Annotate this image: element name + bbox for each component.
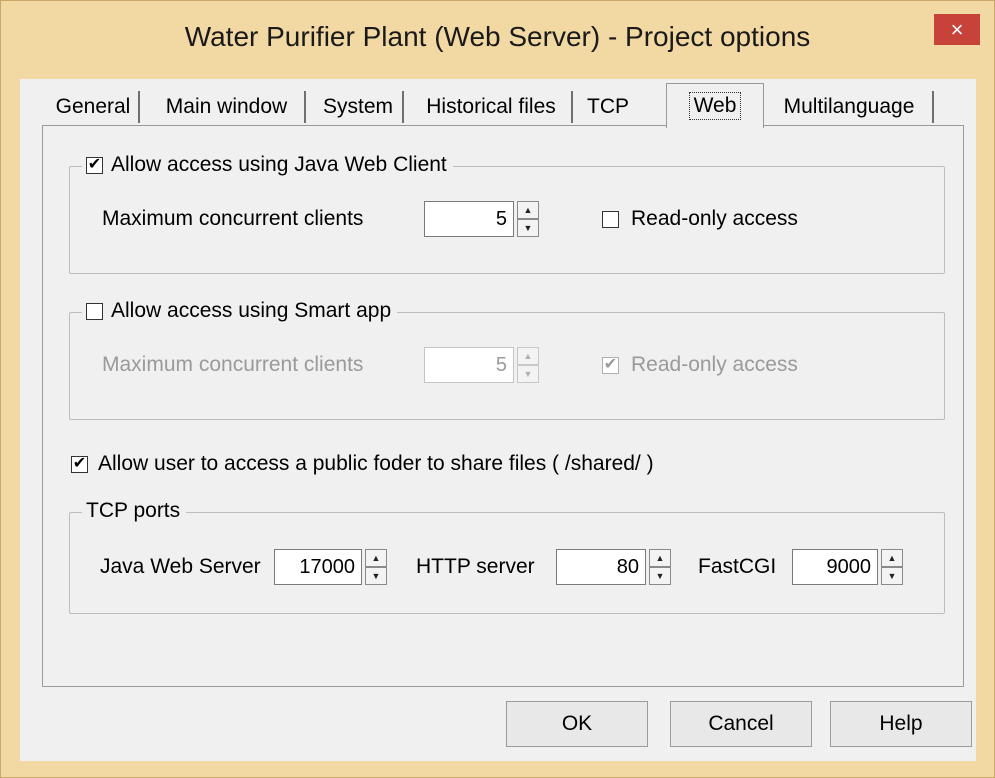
checkmark-icon: ✔	[72, 455, 87, 472]
spin-down-icon: ▼	[655, 571, 665, 581]
fastcgi-port-input[interactable]	[792, 549, 878, 585]
smart-read-only-toggle: ✔ Read-only access	[602, 353, 798, 377]
spin-up-icon: ▲	[655, 553, 665, 563]
spin-down-icon: ▼	[523, 369, 533, 379]
java-web-client-label: Allow access using Java Web Client	[111, 153, 447, 176]
java-max-clients-stepper: ▲ ▼	[424, 201, 539, 237]
tab-tcp[interactable]: TCP	[580, 89, 636, 125]
close-button[interactable]: ×	[934, 14, 980, 45]
tab-label: Historical files	[426, 95, 556, 118]
spin-up-icon: ▲	[523, 205, 533, 215]
tab-bar: General Main window System Historical fi…	[20, 79, 976, 129]
public-folder-label: Allow user to access a public foder to s…	[98, 452, 654, 475]
spin-down-button[interactable]: ▼	[365, 567, 387, 585]
smart-app-label: Allow access using Smart app	[111, 299, 392, 322]
spin-down-icon: ▼	[523, 223, 533, 233]
smart-read-only-label: Read-only access	[631, 353, 798, 376]
smart-max-clients-input	[424, 347, 514, 383]
fastcgi-port-stepper: ▲ ▼	[792, 549, 903, 585]
java-web-server-label: Java Web Server	[100, 555, 261, 578]
spin-down-button: ▼	[517, 365, 539, 383]
tab-separator	[932, 91, 934, 123]
tab-label: General	[55, 95, 131, 118]
spin-down-button[interactable]: ▼	[649, 567, 671, 585]
spin-up-button[interactable]: ▲	[649, 549, 671, 567]
spin-up-button[interactable]: ▲	[881, 549, 903, 567]
java-web-client-checkbox[interactable]: ✔	[86, 156, 103, 174]
tab-separator	[402, 91, 404, 123]
tab-label: Main window	[165, 95, 288, 118]
tab-separator	[138, 91, 140, 123]
smart-max-clients-label: Maximum concurrent clients	[102, 353, 364, 376]
spin-up-button[interactable]: ▲	[365, 549, 387, 567]
tab-main-window[interactable]: Main window	[151, 89, 306, 125]
tab-multilanguage[interactable]: Multilanguage	[768, 89, 934, 125]
tab-general[interactable]: General	[50, 89, 140, 125]
tab-label: TCP	[587, 95, 629, 118]
dialog-client-area: General Main window System Historical fi…	[20, 79, 976, 761]
checkmark-icon: ✔	[87, 156, 102, 173]
tab-label: System	[322, 95, 393, 118]
spin-down-button[interactable]: ▼	[517, 219, 539, 237]
java-web-server-port-input[interactable]	[274, 549, 362, 585]
fastcgi-label: FastCGI	[698, 555, 777, 578]
spin-up-button[interactable]: ▲	[517, 201, 539, 219]
java-max-clients-label: Maximum concurrent clients	[102, 207, 364, 230]
help-button[interactable]: Help	[830, 701, 972, 747]
java-web-client-group: ✔ Allow access using Java Web Client Max…	[69, 153, 945, 274]
spin-down-button[interactable]: ▼	[881, 567, 903, 585]
java-read-only-label: Read-only access	[631, 207, 798, 230]
window-title: Water Purifier Plant (Web Server) - Proj…	[184, 21, 811, 52]
spin-up-icon: ▲	[371, 553, 381, 563]
http-server-port-input[interactable]	[556, 549, 646, 585]
smart-app-checkbox[interactable]	[86, 302, 103, 320]
tab-label: Web	[688, 92, 742, 120]
tab-historical-files[interactable]: Historical files	[413, 89, 573, 125]
tab-label: Multilanguage	[783, 95, 915, 118]
smart-app-group: Allow access using Smart app Maximum con…	[69, 299, 945, 420]
smart-app-toggle[interactable]: Allow access using Smart app	[82, 299, 398, 323]
http-server-port-stepper: ▲ ▼	[556, 549, 671, 585]
public-folder-toggle[interactable]: ✔ Allow user to access a public foder to…	[71, 452, 654, 476]
java-web-server-port-stepper: ▲ ▼	[274, 549, 387, 585]
spin-up-icon: ▲	[887, 553, 897, 563]
java-max-clients-input[interactable]	[424, 201, 514, 237]
smart-max-clients-stepper: ▲ ▼	[424, 347, 539, 383]
spin-up-icon: ▲	[523, 351, 533, 361]
smart-read-only-checkbox: ✔	[602, 356, 619, 374]
cancel-button[interactable]: Cancel	[670, 701, 812, 747]
tcp-ports-group: TCP ports Java Web Server ▲ ▼ HTTP serve…	[69, 499, 945, 614]
tab-web[interactable]: Web	[666, 83, 764, 128]
tab-separator	[304, 91, 306, 123]
java-web-client-toggle[interactable]: ✔ Allow access using Java Web Client	[82, 153, 453, 177]
close-icon: ×	[950, 16, 964, 42]
checkmark-icon: ✔	[603, 356, 618, 373]
web-tab-panel: ✔ Allow access using Java Web Client Max…	[42, 125, 964, 687]
ok-button[interactable]: OK	[506, 701, 648, 747]
java-read-only-toggle[interactable]: Read-only access	[602, 207, 798, 231]
tcp-ports-title: TCP ports	[82, 499, 187, 523]
public-folder-checkbox[interactable]: ✔	[71, 455, 88, 473]
spin-down-icon: ▼	[371, 571, 381, 581]
dialog-window: Water Purifier Plant (Web Server) - Proj…	[0, 0, 995, 778]
title-bar[interactable]: Water Purifier Plant (Web Server) - Proj…	[1, 1, 994, 79]
spin-up-button: ▲	[517, 347, 539, 365]
tab-system[interactable]: System	[316, 89, 404, 125]
java-read-only-checkbox[interactable]	[602, 210, 619, 228]
tab-separator	[571, 91, 573, 123]
http-server-label: HTTP server	[416, 555, 535, 578]
spin-down-icon: ▼	[887, 571, 897, 581]
